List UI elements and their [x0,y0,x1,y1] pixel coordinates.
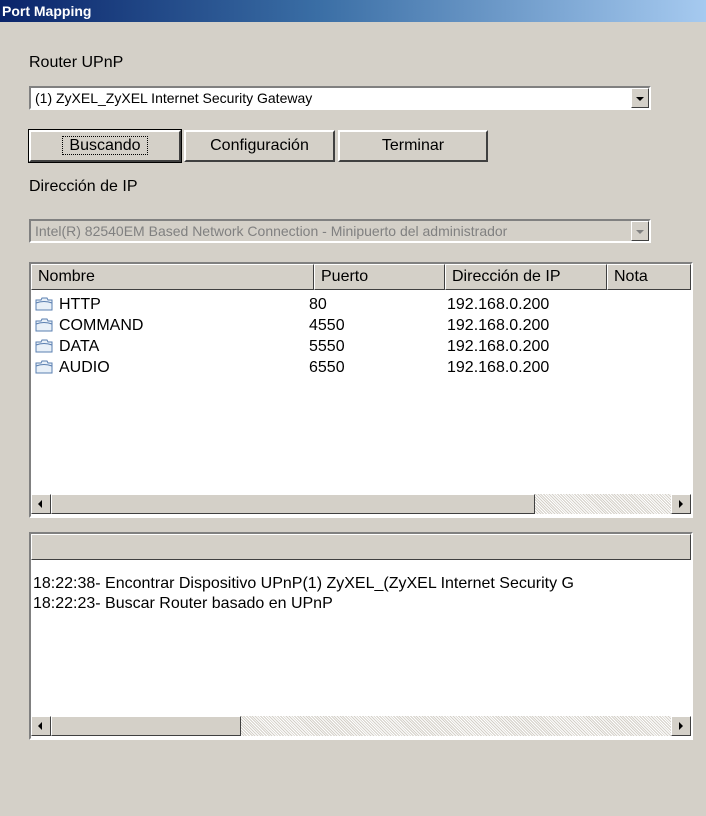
ip-address-label: Dirección de IP [29,178,138,195]
column-header-port[interactable]: Puerto [314,264,445,290]
folder-icon [35,339,53,353]
port-mapping-table[interactable]: Nombre Puerto Dirección de IP Nota HTTP … [29,262,693,518]
finish-button-label: Terminar [381,137,445,154]
config-button[interactable]: Configuración [184,130,335,162]
log-panel[interactable]: 18:22:38- Encontrar Dispositivo UPnP(1) … [29,532,693,740]
scroll-left-arrow-icon[interactable] [31,716,51,736]
row-ip: 192.168.0.200 [447,296,550,313]
row-ip: 192.168.0.200 [447,317,550,334]
log-header [31,534,691,560]
scrollbar-thumb[interactable] [51,716,241,736]
row-port: 6550 [309,359,345,376]
log-horizontal-scrollbar[interactable] [31,716,691,736]
log-line: 18:22:38- Encontrar Dispositivo UPnP(1) … [33,575,574,592]
row-name: DATA [59,338,100,355]
column-header-name[interactable]: Nombre [31,264,314,290]
search-button[interactable]: Buscando [28,129,182,163]
row-port: 80 [309,296,327,313]
row-name: AUDIO [59,359,110,376]
row-port: 5550 [309,338,345,355]
table-row[interactable]: HTTP 80 192.168.0.200 [31,294,691,315]
folder-icon [35,318,53,332]
log-line: 18:22:23- Buscar Router basado en UPnP [33,595,333,612]
network-adapter-value: Intel(R) 82540EM Based Network Connectio… [35,223,508,239]
router-select[interactable]: (1) ZyXEL_ZyXEL Internet Security Gatewa… [29,86,651,110]
row-ip: 192.168.0.200 [447,338,550,355]
row-port: 4550 [309,317,345,334]
window-title: Port Mapping [0,0,706,22]
column-header-ip[interactable]: Dirección de IP [445,264,607,290]
router-upnp-label: Router UPnP [29,54,124,71]
search-button-label: Buscando [62,136,148,155]
scroll-left-arrow-icon[interactable] [31,494,51,514]
row-name: HTTP [59,296,101,313]
row-name: COMMAND [59,317,144,334]
folder-icon [35,360,53,374]
folder-icon [35,297,53,311]
config-button-label: Configuración [210,137,309,154]
table-row[interactable]: AUDIO 6550 192.168.0.200 [31,357,691,378]
scroll-right-arrow-icon[interactable] [671,494,691,514]
table-row[interactable]: COMMAND 4550 192.168.0.200 [31,315,691,336]
scroll-right-arrow-icon[interactable] [671,716,691,736]
chevron-down-icon[interactable] [631,88,649,108]
finish-button[interactable]: Terminar [338,130,488,162]
column-header-note[interactable]: Nota [607,264,691,290]
router-select-value: (1) ZyXEL_ZyXEL Internet Security Gatewa… [35,90,313,106]
row-ip: 192.168.0.200 [447,359,550,376]
table-row[interactable]: DATA 5550 192.168.0.200 [31,336,691,357]
network-adapter-select[interactable]: Intel(R) 82540EM Based Network Connectio… [29,219,651,243]
scrollbar-thumb[interactable] [51,494,535,514]
chevron-down-icon[interactable] [631,221,649,241]
table-horizontal-scrollbar[interactable] [31,494,691,514]
